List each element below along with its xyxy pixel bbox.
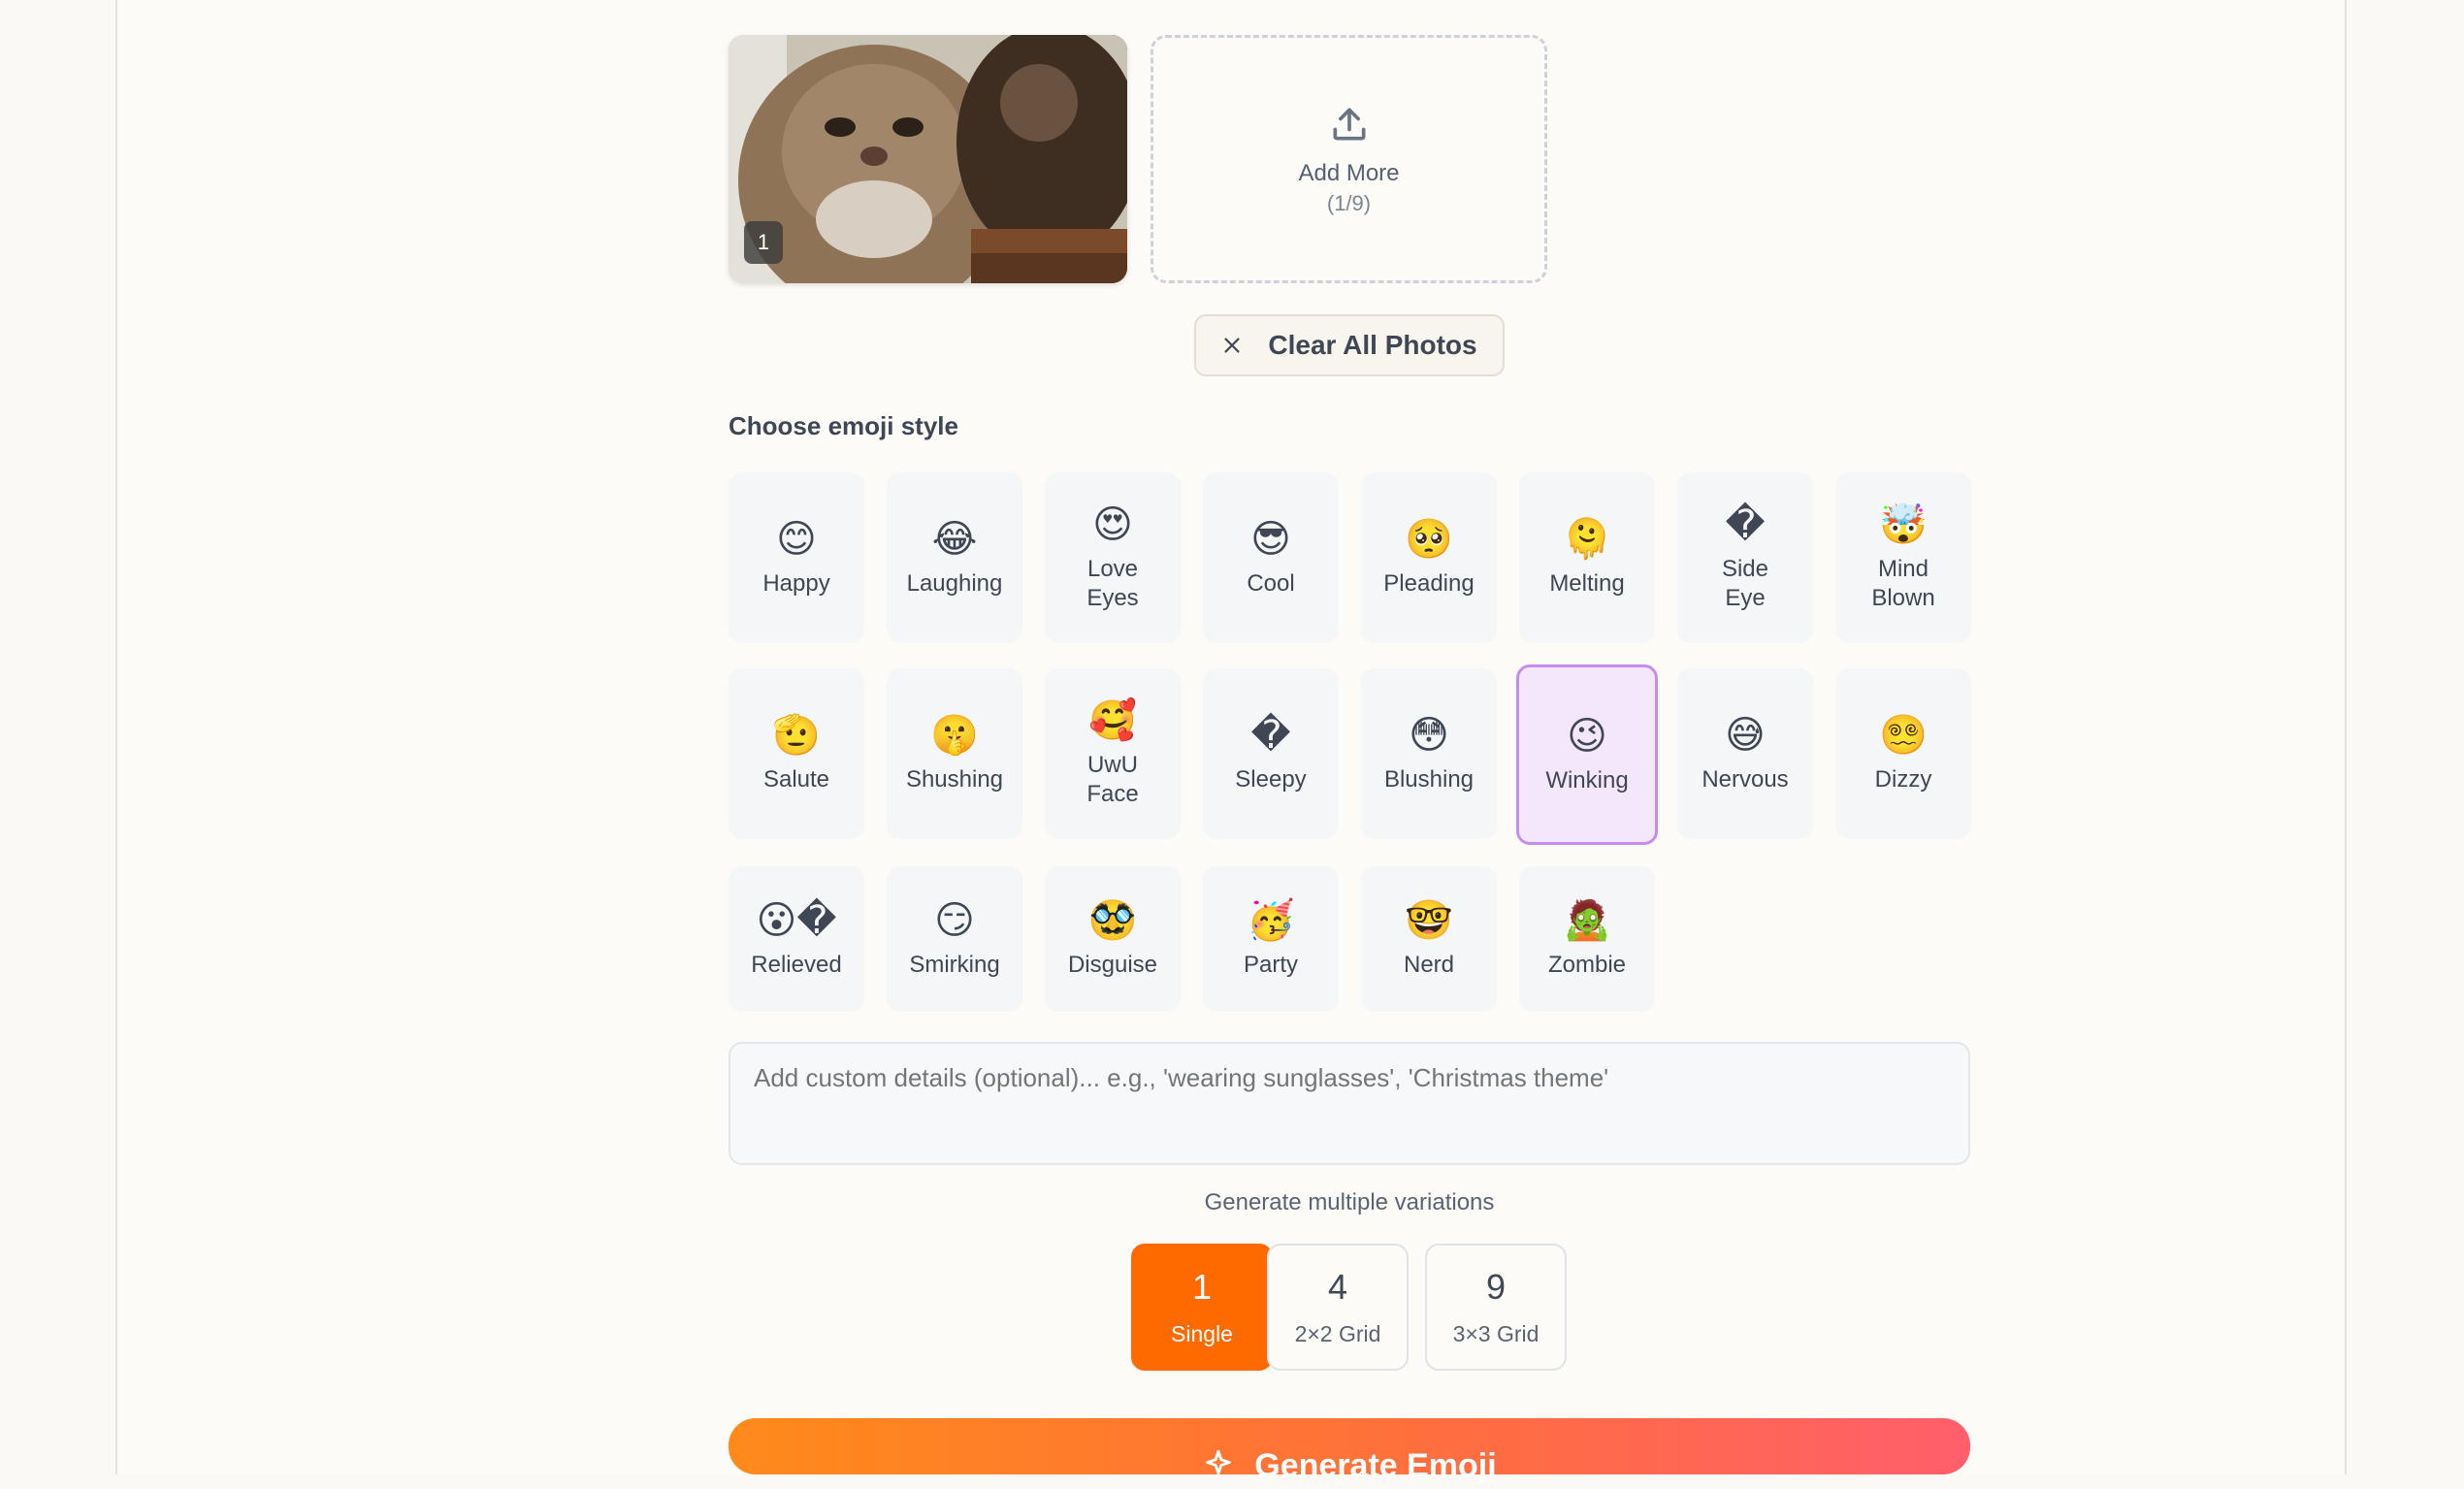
style-label: Love Eyes xyxy=(1086,556,1139,611)
relieved-emoji-icon: 😮� xyxy=(756,898,837,943)
variation-count: 4 xyxy=(1327,1267,1348,1307)
style-tile-laughing[interactable]: 😂 Laughing xyxy=(887,472,1022,643)
variation-label: 2×2 Grid xyxy=(1294,1321,1381,1346)
nerd-emoji-icon: 🤓 xyxy=(1405,898,1453,943)
photo-thumbnail[interactable]: 1 xyxy=(729,35,1127,283)
style-tile-side-eye[interactable]: � Side Eye xyxy=(1677,472,1813,643)
variation-label: Single xyxy=(1171,1321,1233,1346)
style-label: Blushing xyxy=(1383,766,1475,793)
style-tile-shushing[interactable]: 🤫 Shushing xyxy=(887,668,1022,839)
style-tile-mind-blown[interactable]: 🤯 Mind Blown xyxy=(1835,472,1971,643)
blushing-emoji-icon: 😳 xyxy=(1409,713,1449,758)
variations-label: Generate multiple variations xyxy=(1204,1189,1495,1215)
sparkle-icon xyxy=(1202,1447,1235,1489)
style-label: Sleepy xyxy=(1235,766,1307,793)
happy-emoji-icon: 😊 xyxy=(776,517,817,562)
style-label: Nerd xyxy=(1403,952,1455,978)
style-tile-cool[interactable]: 😎 Cool xyxy=(1203,472,1339,643)
style-label: Salute xyxy=(762,766,830,793)
add-more-photos-button[interactable]: Add More (1/9) xyxy=(1151,35,1547,283)
style-tile-zombie[interactable]: 🧟 Zombie xyxy=(1519,866,1655,1012)
style-tile-disguise[interactable]: 🥸 Disguise xyxy=(1045,866,1181,1012)
photo-index-badge: 1 xyxy=(744,221,783,264)
style-label: Winking xyxy=(1545,767,1629,793)
variation-count: 1 xyxy=(1191,1267,1213,1307)
style-tile-winking[interactable]: 😉 Winking xyxy=(1516,664,1658,845)
party-emoji-icon: 🥳 xyxy=(1247,898,1295,943)
cat-photo-image xyxy=(729,35,1127,283)
smirking-emoji-icon: 😏 xyxy=(934,898,975,943)
style-label: Side Eye xyxy=(1721,556,1769,611)
style-label: Disguise xyxy=(1067,952,1158,978)
emoji-style-title: Choose emoji style xyxy=(729,411,958,440)
style-tile-happy[interactable]: 😊 Happy xyxy=(729,472,864,643)
style-label: Dizzy xyxy=(1874,766,1932,793)
main-panel: 1 Add More (1/9) Clear All Photos Choose… xyxy=(115,0,2347,1484)
style-label: Party xyxy=(1243,952,1298,978)
style-label: Laughing xyxy=(906,570,1003,597)
style-label: Pleading xyxy=(1383,570,1475,597)
variation-3x3-button[interactable]: 9 3×3 Grid xyxy=(1425,1244,1567,1371)
zombie-emoji-icon: 🧟 xyxy=(1563,898,1611,943)
disguise-emoji-icon: 🥸 xyxy=(1088,898,1137,943)
style-tile-pleading[interactable]: 🥺 Pleading xyxy=(1361,472,1497,643)
style-tile-nerd[interactable]: 🤓 Nerd xyxy=(1361,866,1497,1012)
uwu-face-emoji-icon: 🥰 xyxy=(1088,698,1137,743)
upload-icon xyxy=(1328,103,1371,150)
variation-count: 9 xyxy=(1485,1267,1507,1307)
love-eyes-emoji-icon: 😍 xyxy=(1092,502,1133,547)
winking-emoji-icon: 😉 xyxy=(1567,714,1607,759)
variation-label: 3×3 Grid xyxy=(1452,1321,1540,1346)
add-more-label: Add More xyxy=(1298,159,1400,186)
style-tile-melting[interactable]: 🫠 Melting xyxy=(1519,472,1655,643)
shushing-emoji-icon: 🤫 xyxy=(930,713,979,758)
style-label: Relieved xyxy=(751,952,842,978)
nervous-emoji-icon: 😅 xyxy=(1725,713,1766,758)
close-icon xyxy=(1221,335,1243,356)
cool-emoji-icon: 😎 xyxy=(1250,517,1291,562)
photo-count: (1/9) xyxy=(1326,190,1372,215)
style-label: Melting xyxy=(1549,570,1625,597)
pleading-emoji-icon: 🥺 xyxy=(1405,517,1453,562)
variation-single-button[interactable]: 1 Single xyxy=(1131,1244,1273,1371)
salute-emoji-icon: 🫡 xyxy=(772,713,821,758)
generate-emoji-button[interactable]: Generate Emoji xyxy=(729,1418,1970,1484)
style-tile-smirking[interactable]: 😏 Smirking xyxy=(887,866,1022,1012)
clear-all-photos-button[interactable]: Clear All Photos xyxy=(1194,314,1505,376)
style-label: Nervous xyxy=(1702,766,1789,793)
style-tile-love-eyes[interactable]: 😍 Love Eyes xyxy=(1045,472,1181,643)
style-tile-blushing[interactable]: 😳 Blushing xyxy=(1361,668,1497,839)
melting-emoji-icon: 🫠 xyxy=(1563,517,1611,562)
side-eye-emoji-icon: � xyxy=(1725,502,1766,547)
mind-blown-emoji-icon: 🤯 xyxy=(1879,502,1928,547)
clear-all-label: Clear All Photos xyxy=(1268,330,1477,360)
style-tile-relieved[interactable]: 😮� Relieved xyxy=(729,866,864,1012)
variation-2x2-button[interactable]: 4 2×2 Grid xyxy=(1267,1244,1409,1371)
style-label: UwU Face xyxy=(1086,752,1139,807)
style-tile-party[interactable]: 🥳 Party xyxy=(1203,866,1339,1012)
dizzy-emoji-icon: 😵‍💫 xyxy=(1879,713,1928,758)
style-label: Cool xyxy=(1247,570,1295,597)
sleepy-emoji-icon: � xyxy=(1250,713,1291,758)
style-label: Smirking xyxy=(909,952,1000,978)
style-label: Zombie xyxy=(1547,952,1627,978)
style-tile-sleepy[interactable]: � Sleepy xyxy=(1203,668,1339,839)
style-label: Happy xyxy=(762,570,830,597)
style-tile-uwu-face[interactable]: 🥰 UwU Face xyxy=(1045,668,1181,839)
style-label: Mind Blown xyxy=(1871,556,1935,611)
style-tile-salute[interactable]: 🫡 Salute xyxy=(729,668,864,839)
custom-details-input[interactable] xyxy=(729,1042,1970,1165)
laughing-emoji-icon: 😂 xyxy=(931,517,978,562)
generate-label: Generate Emoji xyxy=(1254,1447,1497,1484)
style-label: Shushing xyxy=(905,766,1004,793)
style-tile-dizzy[interactable]: 😵‍💫 Dizzy xyxy=(1835,668,1971,839)
style-tile-nervous[interactable]: 😅 Nervous xyxy=(1677,668,1813,839)
